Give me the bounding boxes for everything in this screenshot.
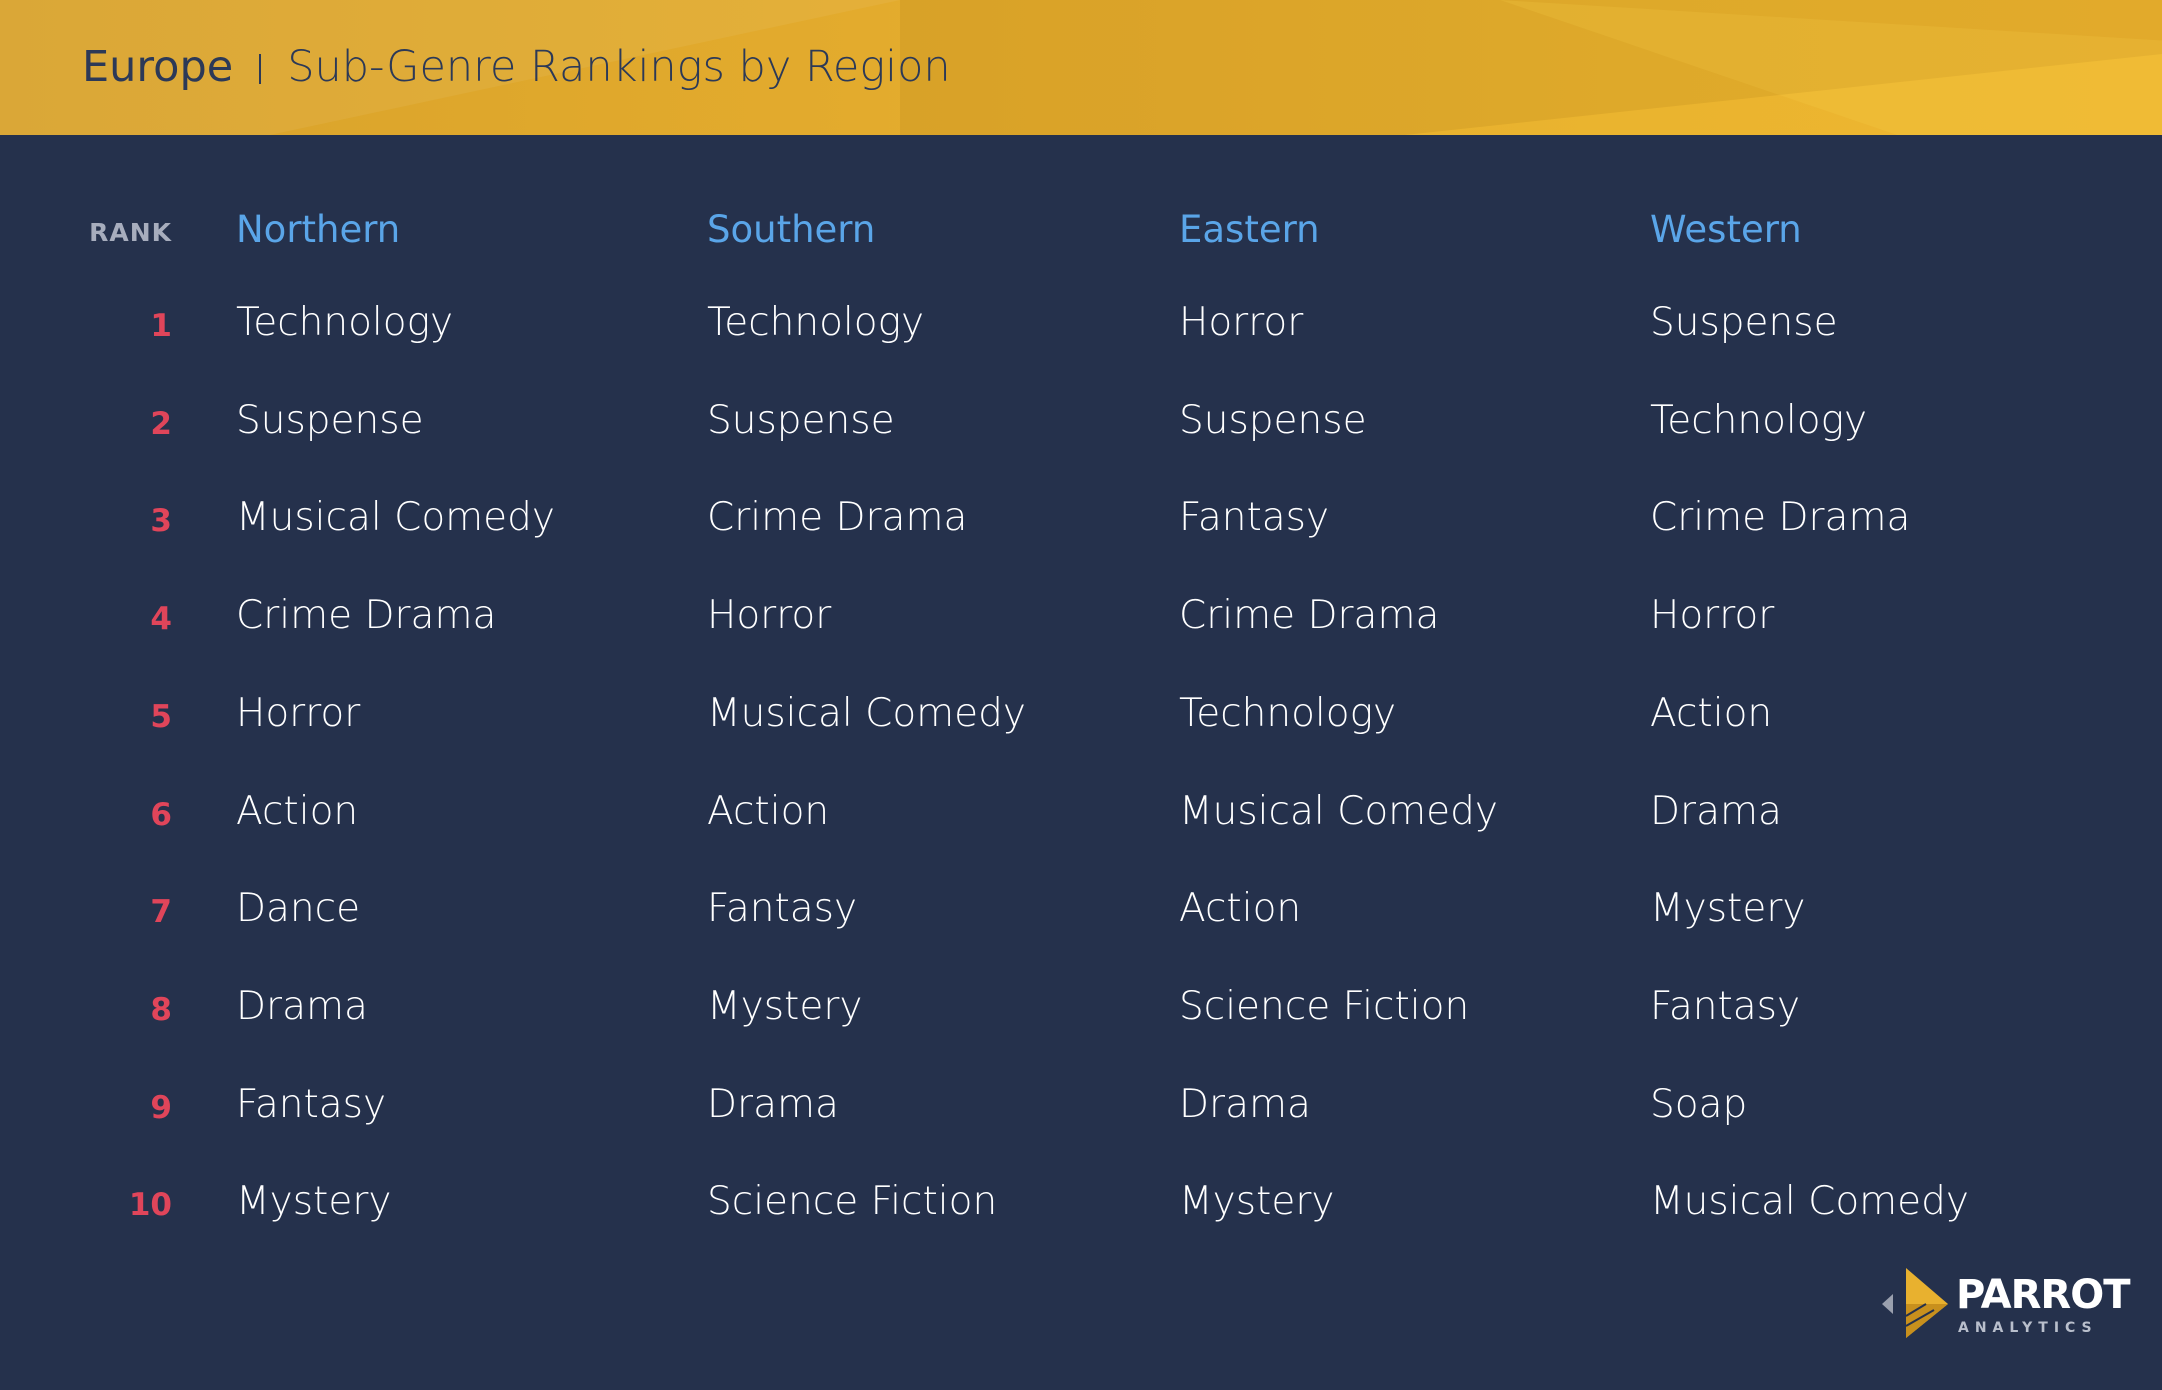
column-header-eastern: Eastern <box>1179 208 1320 251</box>
rank-number: 5 <box>150 698 172 735</box>
genre-cell: Horror <box>707 593 832 639</box>
column-header-northern: Northern <box>236 208 401 251</box>
rank-number: 2 <box>150 405 172 442</box>
rank-number: 10 <box>128 1187 172 1224</box>
genre-cell: Musical Comedy <box>1179 788 1499 834</box>
rank-number: 1 <box>150 308 172 344</box>
genre-cell: Mystery <box>1650 886 1806 932</box>
genre-cell: Technology <box>1650 397 1868 443</box>
genre-cell: Crime Drama <box>236 593 497 639</box>
genre-cell: Action <box>1650 690 1773 736</box>
rank-number: 7 <box>150 894 172 931</box>
logo-tagline: ANALYTICS <box>1958 1320 2098 1336</box>
genre-cell: Drama <box>707 1081 839 1127</box>
rank-number: 3 <box>150 503 172 540</box>
genre-cell: Drama <box>1179 1081 1311 1127</box>
genre-cell: Musical Comedy <box>236 495 556 541</box>
genre-cell: Horror <box>236 690 361 736</box>
genre-cell: Horror <box>1179 300 1304 345</box>
genre-cell: Fantasy <box>1179 495 1330 541</box>
rank-column-header: RANK <box>89 218 172 247</box>
genre-cell: Drama <box>236 983 368 1029</box>
genre-cell: Soap <box>1650 1081 1748 1127</box>
rank-number: 8 <box>150 991 172 1028</box>
genre-cell: Technology <box>1179 690 1397 736</box>
genre-cell: Science Fiction <box>707 1179 998 1225</box>
genre-cell: Horror <box>1650 593 1775 639</box>
genre-cell: Musical Comedy <box>707 690 1027 736</box>
genre-cell: Action <box>236 788 359 834</box>
genre-cell: Crime Drama <box>1179 593 1440 639</box>
genre-cell: Suspense <box>236 397 424 443</box>
title-divider <box>259 54 262 84</box>
logo-wordmark: PARROT <box>1956 1272 2130 1318</box>
genre-cell: Fantasy <box>1650 983 1801 1029</box>
column-header-southern: Southern <box>707 208 876 251</box>
column-header-western: Western <box>1650 208 1802 251</box>
rank-number: 6 <box>150 796 172 833</box>
genre-cell: Crime Drama <box>707 495 968 541</box>
genre-cell: Mystery <box>707 983 863 1029</box>
page-title: Europe Sub-Genre Rankings by Region <box>82 38 951 96</box>
genre-cell: Fantasy <box>707 886 858 932</box>
parrot-analytics-logo: PARROT ANALYTICS <box>1882 1268 2130 1338</box>
page-subtitle: Sub-Genre Rankings by Region <box>287 42 951 92</box>
genre-cell: Suspense <box>707 397 895 443</box>
rank-number: 4 <box>150 601 172 638</box>
genre-cell: Action <box>707 788 830 834</box>
genre-cell: Science Fiction <box>1179 983 1470 1029</box>
genre-cell: Fantasy <box>236 1081 387 1127</box>
genre-cell: Musical Comedy <box>1650 1179 1970 1225</box>
genre-cell: Suspense <box>1650 300 1838 345</box>
region-title: Europe <box>82 42 234 92</box>
genre-cell: Technology <box>236 300 454 345</box>
genre-cell: Crime Drama <box>1650 495 1911 541</box>
genre-cell: Technology <box>707 300 925 345</box>
genre-cell: Mystery <box>236 1179 392 1225</box>
genre-cell: Mystery <box>1179 1179 1335 1225</box>
rank-number: 9 <box>150 1089 172 1126</box>
genre-cell: Action <box>1179 886 1302 932</box>
genre-cell: Dance <box>236 886 361 932</box>
header-banner: Europe Sub-Genre Rankings by Region <box>0 0 2162 135</box>
parrot-icon <box>1882 1268 1948 1338</box>
genre-cell: Suspense <box>1179 397 1367 443</box>
genre-cell: Drama <box>1650 788 1782 834</box>
